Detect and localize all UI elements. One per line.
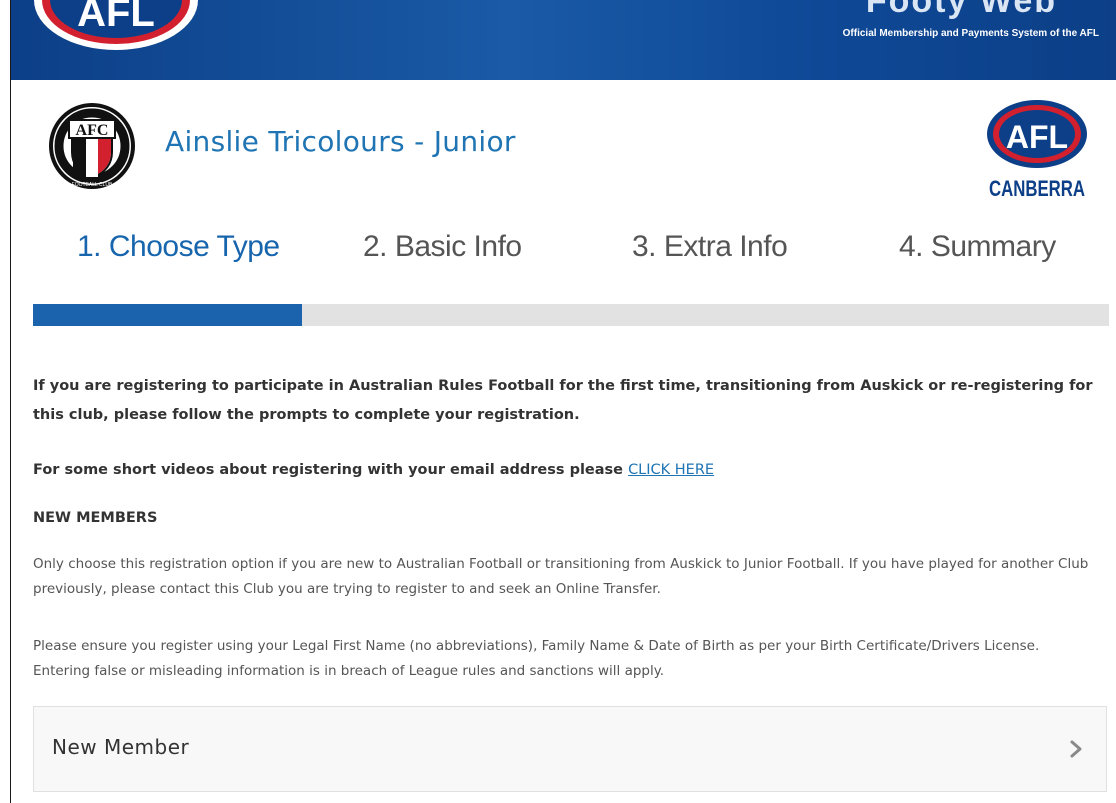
videos-text: For some short videos about registering …	[33, 462, 714, 478]
site-header: AFL Footy Web Official Membership and Pa…	[11, 0, 1116, 80]
afl-header-logo[interactable]: AFL	[31, 0, 201, 52]
afl-canberra-logo: AFL CANBERRA	[987, 100, 1087, 201]
club-crest-icon: AFC FOOTBALL CLUB	[49, 103, 135, 189]
afl-canberra-logo-text: AFL	[1006, 119, 1068, 155]
page-frame: AFL Footy Web Official Membership and Pa…	[10, 0, 1116, 803]
new-members-heading: NEW MEMBERS	[33, 510, 158, 526]
afl-header-logo-text: AFL	[77, 0, 155, 35]
crest-text: AFC	[76, 122, 109, 139]
intro-text: If you are registering to participate in…	[33, 378, 1093, 423]
registration-steps: 1. Choose Type 2. Basic Info 3. Extra In…	[11, 230, 1116, 280]
crest-ring-text: FOOTBALL CLUB	[72, 182, 113, 188]
header-wordmark: Footy Web	[865, 0, 1057, 20]
club-banner: AFC FOOTBALL CLUB Ainslie Tricolours - J…	[11, 80, 1116, 210]
step-choose-type: 1. Choose Type	[77, 230, 280, 263]
canberra-text: CANBERRA	[989, 176, 1085, 201]
videos-prefix: For some short videos about registering …	[33, 462, 629, 478]
header-subtitle: Official Membership and Payments System …	[842, 28, 1099, 39]
step-basic-info: 2. Basic Info	[363, 230, 522, 263]
new-members-description: Only choose this registration option if …	[33, 556, 1089, 597]
click-here-link[interactable]: CLICK HERE	[628, 462, 714, 478]
legal-name-notice: Please ensure you register using your Le…	[33, 638, 1040, 679]
chevron-right-icon	[1070, 740, 1082, 758]
main-content: If you are registering to participate in…	[33, 372, 1095, 679]
new-member-option[interactable]: New Member	[33, 706, 1107, 792]
progress-bar	[33, 304, 1109, 326]
step-extra-info: 3. Extra Info	[632, 230, 788, 263]
progress-bar-fill	[33, 304, 302, 326]
new-member-option-label: New Member	[52, 735, 190, 759]
club-name: Ainslie Tricolours - Junior	[165, 125, 516, 158]
step-summary: 4. Summary	[899, 230, 1056, 263]
